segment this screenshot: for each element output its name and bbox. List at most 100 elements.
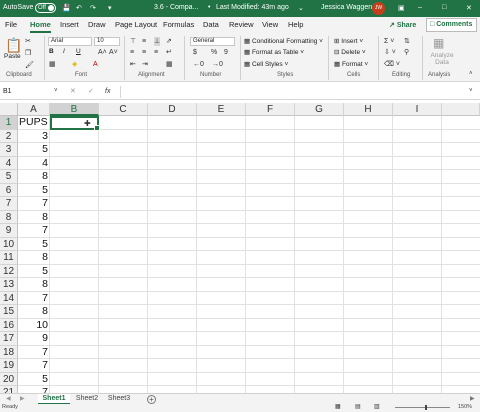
font-name-select[interactable]: Arial	[48, 37, 92, 46]
cell-styles-button[interactable]: ▦ Cell Styles ˅	[244, 60, 288, 68]
cell-a2[interactable]: 3	[18, 130, 50, 144]
column-header-e[interactable]: E	[197, 103, 246, 116]
paste-label[interactable]: Paste	[4, 53, 21, 60]
row-header-9[interactable]: 9	[0, 224, 18, 238]
align-top-icon[interactable]: ⊤	[130, 37, 136, 46]
column-header-g[interactable]: G	[295, 103, 344, 116]
minimize-icon[interactable]: –	[418, 4, 422, 11]
orientation-icon[interactable]: ⇗	[166, 37, 172, 46]
row-header-11[interactable]: 11	[0, 251, 18, 265]
column-header-d[interactable]: D	[148, 103, 197, 116]
merge-center-icon[interactable]: ▦	[166, 60, 173, 69]
expand-formula-bar-icon[interactable]: ˅	[469, 87, 473, 96]
currency-icon[interactable]: $	[193, 48, 197, 57]
cancel-entry-icon[interactable]: ✕	[70, 87, 76, 96]
column-header-b[interactable]: B	[50, 103, 99, 116]
tab-insert[interactable]: Insert	[60, 20, 79, 29]
row-header-7[interactable]: 7	[0, 197, 18, 211]
conditional-formatting-button[interactable]: ▦ Conditional Formatting ˅	[244, 37, 323, 45]
save-icon[interactable]: 💾	[62, 4, 71, 12]
formula-input[interactable]	[120, 86, 478, 98]
row-header-6[interactable]: 6	[0, 183, 18, 197]
format-as-table-button[interactable]: ▦ Format as Table ˅	[244, 48, 304, 56]
customize-toolbar-icon[interactable]: ▾	[108, 4, 112, 12]
format-painter-icon[interactable]: 🖌	[25, 61, 34, 70]
row-header-17[interactable]: 17	[0, 332, 18, 346]
zoom-slider[interactable]	[395, 405, 450, 410]
close-icon[interactable]: ✕	[466, 4, 472, 12]
row-header-15[interactable]: 15	[0, 305, 18, 319]
next-sheet-icon[interactable]: ▶	[20, 395, 25, 404]
delete-cells-button[interactable]: ⊟ Delete ˅	[334, 48, 366, 56]
column-header-i[interactable]: I	[393, 103, 442, 116]
column-header-a[interactable]: A	[18, 103, 50, 116]
column-header-f[interactable]: F	[246, 103, 295, 116]
zoom-level[interactable]: 150%	[458, 404, 472, 410]
maximize-icon[interactable]: □	[442, 4, 446, 11]
tab-home[interactable]: Home	[30, 20, 51, 33]
row-header-19[interactable]: 19	[0, 359, 18, 373]
borders-icon[interactable]: ▦	[49, 60, 56, 69]
format-cells-button[interactable]: ▦ Format ˅	[334, 60, 368, 68]
cut-icon[interactable]: ✂	[25, 37, 31, 46]
align-middle-icon[interactable]: ≡	[142, 37, 146, 46]
row-header-21[interactable]: 21	[0, 386, 18, 393]
tab-file[interactable]: File	[5, 20, 17, 29]
cell-a14[interactable]: 7	[18, 292, 50, 306]
cell-a3[interactable]: 5	[18, 143, 50, 157]
percent-icon[interactable]: %	[211, 48, 217, 57]
tab-view[interactable]: View	[262, 20, 278, 29]
analyze-data-icon[interactable]: ▦	[433, 37, 444, 50]
page-layout-view-icon[interactable]: ▤	[355, 403, 361, 412]
row-header-14[interactable]: 14	[0, 291, 18, 305]
wrap-text-icon[interactable]: ↵	[166, 48, 172, 57]
select-all-corner[interactable]	[0, 103, 18, 116]
cell-a16[interactable]: 10	[18, 319, 50, 333]
cell-a6[interactable]: 5	[18, 184, 50, 198]
column-header-h[interactable]: H	[344, 103, 393, 116]
analyze-data-button[interactable]: Analyze Data	[428, 52, 456, 66]
page-break-view-icon[interactable]: ▥	[374, 403, 380, 412]
cell-a21[interactable]: 7	[18, 386, 50, 393]
row-header-1[interactable]: 1	[0, 116, 18, 130]
cell-a17[interactable]: 9	[18, 332, 50, 346]
align-left-icon[interactable]: ≡	[130, 48, 134, 57]
ribbon-display-icon[interactable]: ▣	[398, 4, 405, 12]
tab-draw[interactable]: Draw	[88, 20, 106, 29]
increase-indent-icon[interactable]: ⇥	[142, 60, 148, 69]
number-format-select[interactable]: General	[190, 37, 235, 46]
avatar[interactable]: JW	[372, 2, 385, 15]
cell-a7[interactable]: 7	[18, 197, 50, 211]
increase-decimal-icon[interactable]: ←0	[193, 60, 204, 69]
decrease-font-icon[interactable]: A˅	[109, 48, 118, 57]
decrease-indent-icon[interactable]: ⇤	[130, 60, 136, 69]
column-header-c[interactable]: C	[99, 103, 148, 116]
add-sheet-icon[interactable]: +	[147, 395, 156, 404]
row-header-3[interactable]: 3	[0, 143, 18, 157]
row-header-5[interactable]: 5	[0, 170, 18, 184]
sort-filter-icon[interactable]: ⇅	[404, 37, 410, 46]
cell-a9[interactable]: 7	[18, 224, 50, 238]
row-header-12[interactable]: 12	[0, 264, 18, 278]
tab-data[interactable]: Data	[203, 20, 219, 29]
insert-cells-button[interactable]: ⊞ Insert ˅	[334, 37, 363, 45]
tab-review[interactable]: Review	[229, 20, 254, 29]
cell-a1[interactable]: PUPS	[18, 116, 50, 130]
insert-function-icon[interactable]: fx	[105, 87, 110, 96]
scroll-right-icon[interactable]: ▶	[470, 395, 475, 404]
fill-color-icon[interactable]: ◈	[72, 60, 77, 69]
increase-font-icon[interactable]: A˄	[98, 48, 107, 57]
row-header-13[interactable]: 13	[0, 278, 18, 292]
italic-button[interactable]: I	[63, 48, 65, 55]
cell-a12[interactable]: 5	[18, 265, 50, 279]
fill-icon[interactable]: ⇩ ˅	[384, 48, 396, 57]
align-center-icon[interactable]: ≡	[142, 48, 146, 57]
name-box-dropdown-icon[interactable]: ˅	[54, 87, 58, 96]
active-cell-b1[interactable]	[50, 116, 100, 131]
cell-a8[interactable]: 8	[18, 211, 50, 225]
row-header-4[interactable]: 4	[0, 156, 18, 170]
cell-a4[interactable]: 4	[18, 157, 50, 171]
normal-view-icon[interactable]: ▦	[335, 403, 341, 412]
align-bottom-icon[interactable]: ⊥	[154, 37, 161, 46]
share-button[interactable]: ↗ Share	[389, 19, 421, 32]
